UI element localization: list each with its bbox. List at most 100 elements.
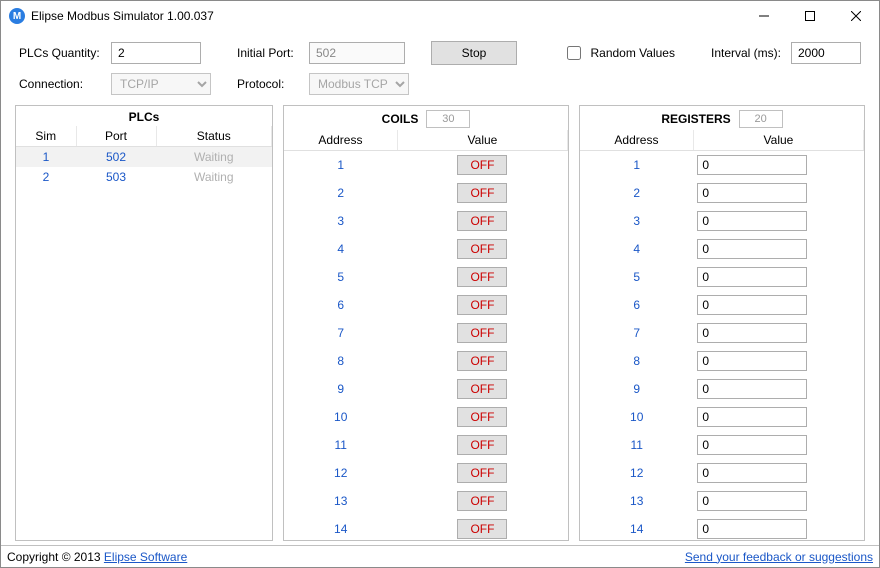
coil-toggle-button[interactable]: OFF bbox=[457, 463, 507, 483]
plcs-quantity-label: PLCs Quantity: bbox=[19, 46, 101, 60]
toolbar: PLCs Quantity: Initial Port: Stop Random… bbox=[1, 31, 879, 99]
content-area: PLCs Sim Port Status 1502Waiting2503Wait… bbox=[1, 99, 879, 545]
plc-status: Waiting bbox=[156, 167, 272, 187]
register-address: 14 bbox=[580, 515, 693, 541]
plcs-col-sim[interactable]: Sim bbox=[16, 126, 76, 147]
coil-toggle-button[interactable]: OFF bbox=[457, 323, 507, 343]
register-value-input[interactable] bbox=[697, 351, 807, 371]
coil-row: 5 OFF bbox=[284, 263, 568, 291]
register-row: 2 bbox=[580, 179, 864, 207]
random-values-checkbox-label[interactable]: Random Values bbox=[563, 43, 675, 63]
register-value-input[interactable] bbox=[697, 463, 807, 483]
coil-toggle-button[interactable]: OFF bbox=[457, 295, 507, 315]
coil-row: 8 OFF bbox=[284, 347, 568, 375]
coil-row: 14 OFF bbox=[284, 515, 568, 541]
plcs-col-status[interactable]: Status bbox=[156, 126, 272, 147]
coil-row: 2OFF bbox=[284, 179, 568, 207]
register-value-input[interactable] bbox=[697, 183, 807, 203]
coil-address: 13 bbox=[284, 487, 397, 515]
registers-col-value[interactable]: Value bbox=[693, 130, 863, 151]
coils-panel: COILS 30 Address Value 1OFF2OFF3OFF4OFF5… bbox=[283, 105, 569, 541]
register-value-input[interactable] bbox=[697, 211, 807, 231]
coil-toggle-button[interactable]: OFF bbox=[457, 435, 507, 455]
app-window: M Elipse Modbus Simulator 1.00.037 PLCs … bbox=[0, 0, 880, 568]
plc-row[interactable]: 1502Waiting bbox=[16, 147, 272, 168]
random-values-checkbox[interactable] bbox=[567, 46, 581, 60]
interval-input[interactable] bbox=[791, 42, 861, 64]
registers-panel-title: REGISTERS bbox=[661, 112, 730, 126]
coil-address: 11 bbox=[284, 431, 397, 459]
coils-col-address[interactable]: Address bbox=[284, 130, 397, 151]
register-row: 12 bbox=[580, 459, 864, 487]
connection-label: Connection: bbox=[19, 77, 101, 91]
protocol-label: Protocol: bbox=[237, 77, 299, 91]
coils-scroll-area[interactable]: Address Value 1OFF2OFF3OFF4OFF5OFF6OFF7O… bbox=[284, 130, 568, 540]
register-address: 3 bbox=[580, 207, 693, 235]
coil-toggle-button[interactable]: OFF bbox=[457, 183, 507, 203]
coils-panel-title: COILS bbox=[382, 112, 419, 126]
connection-select: TCP/IP bbox=[111, 73, 211, 95]
coil-address: 7 bbox=[284, 319, 397, 347]
coil-address: 14 bbox=[284, 515, 397, 541]
feedback-link[interactable]: Send your feedback or suggestions bbox=[685, 550, 873, 564]
registers-col-address[interactable]: Address bbox=[580, 130, 693, 151]
minimize-button[interactable] bbox=[741, 1, 787, 31]
register-value-input[interactable] bbox=[697, 435, 807, 455]
register-address: 10 bbox=[580, 403, 693, 431]
register-value-input[interactable] bbox=[697, 267, 807, 287]
register-address: 9 bbox=[580, 375, 693, 403]
register-value-input[interactable] bbox=[697, 155, 807, 175]
plcs-col-port[interactable]: Port bbox=[76, 126, 156, 147]
coil-toggle-button[interactable]: OFF bbox=[457, 351, 507, 371]
coil-toggle-button[interactable]: OFF bbox=[457, 155, 507, 175]
coil-row: 10OFF bbox=[284, 403, 568, 431]
register-value-input[interactable] bbox=[697, 519, 807, 539]
register-value-input[interactable] bbox=[697, 379, 807, 399]
register-address: 4 bbox=[580, 235, 693, 263]
register-value-input[interactable] bbox=[697, 295, 807, 315]
register-row: 4 bbox=[580, 235, 864, 263]
register-value-input[interactable] bbox=[697, 491, 807, 511]
register-address: 6 bbox=[580, 291, 693, 319]
initial-port-label: Initial Port: bbox=[237, 46, 299, 60]
elipse-link[interactable]: Elipse Software bbox=[104, 550, 187, 564]
coil-toggle-button[interactable]: OFF bbox=[457, 267, 507, 287]
coil-address: 9 bbox=[284, 375, 397, 403]
register-row: 8 bbox=[580, 347, 864, 375]
register-value-input[interactable] bbox=[697, 407, 807, 427]
register-row: 1 bbox=[580, 151, 864, 179]
plcs-quantity-input[interactable] bbox=[111, 42, 201, 64]
register-value-input[interactable] bbox=[697, 239, 807, 259]
coil-toggle-button[interactable]: OFF bbox=[457, 407, 507, 427]
coil-toggle-button[interactable]: OFF bbox=[457, 379, 507, 399]
plc-sim: 2 bbox=[16, 167, 76, 187]
maximize-button[interactable] bbox=[787, 1, 833, 31]
window-title: Elipse Modbus Simulator 1.00.037 bbox=[31, 9, 741, 23]
coil-address: 5 bbox=[284, 263, 397, 291]
coil-toggle-button[interactable]: OFF bbox=[457, 491, 507, 511]
plc-status: Waiting bbox=[156, 147, 272, 168]
close-button[interactable] bbox=[833, 1, 879, 31]
plcs-panel: PLCs Sim Port Status 1502Waiting2503Wait… bbox=[15, 105, 273, 541]
coil-row: 6OFF bbox=[284, 291, 568, 319]
register-row: 13 bbox=[580, 487, 864, 515]
coil-address: 8 bbox=[284, 347, 397, 375]
registers-scroll-area[interactable]: Address Value 123456789101112131415 bbox=[580, 130, 864, 540]
register-row: 11 bbox=[580, 431, 864, 459]
register-value-input[interactable] bbox=[697, 323, 807, 343]
app-icon: M bbox=[9, 8, 25, 24]
coils-col-value[interactable]: Value bbox=[397, 130, 567, 151]
plcs-panel-title: PLCs bbox=[129, 110, 160, 124]
stop-button[interactable]: Stop bbox=[431, 41, 517, 65]
plc-row[interactable]: 2503Waiting bbox=[16, 167, 272, 187]
coil-row: 12OFF bbox=[284, 459, 568, 487]
footer: Copyright © 2013 Elipse Software Send yo… bbox=[1, 545, 879, 567]
coil-toggle-button[interactable]: OFF bbox=[457, 519, 507, 539]
register-address: 1 bbox=[580, 151, 693, 179]
coil-toggle-button[interactable]: OFF bbox=[457, 239, 507, 259]
coils-count: 30 bbox=[426, 110, 470, 128]
coil-toggle-button[interactable]: OFF bbox=[457, 211, 507, 231]
register-row: 3 bbox=[580, 207, 864, 235]
coil-row: 9 OFF bbox=[284, 375, 568, 403]
register-row: 5 bbox=[580, 263, 864, 291]
